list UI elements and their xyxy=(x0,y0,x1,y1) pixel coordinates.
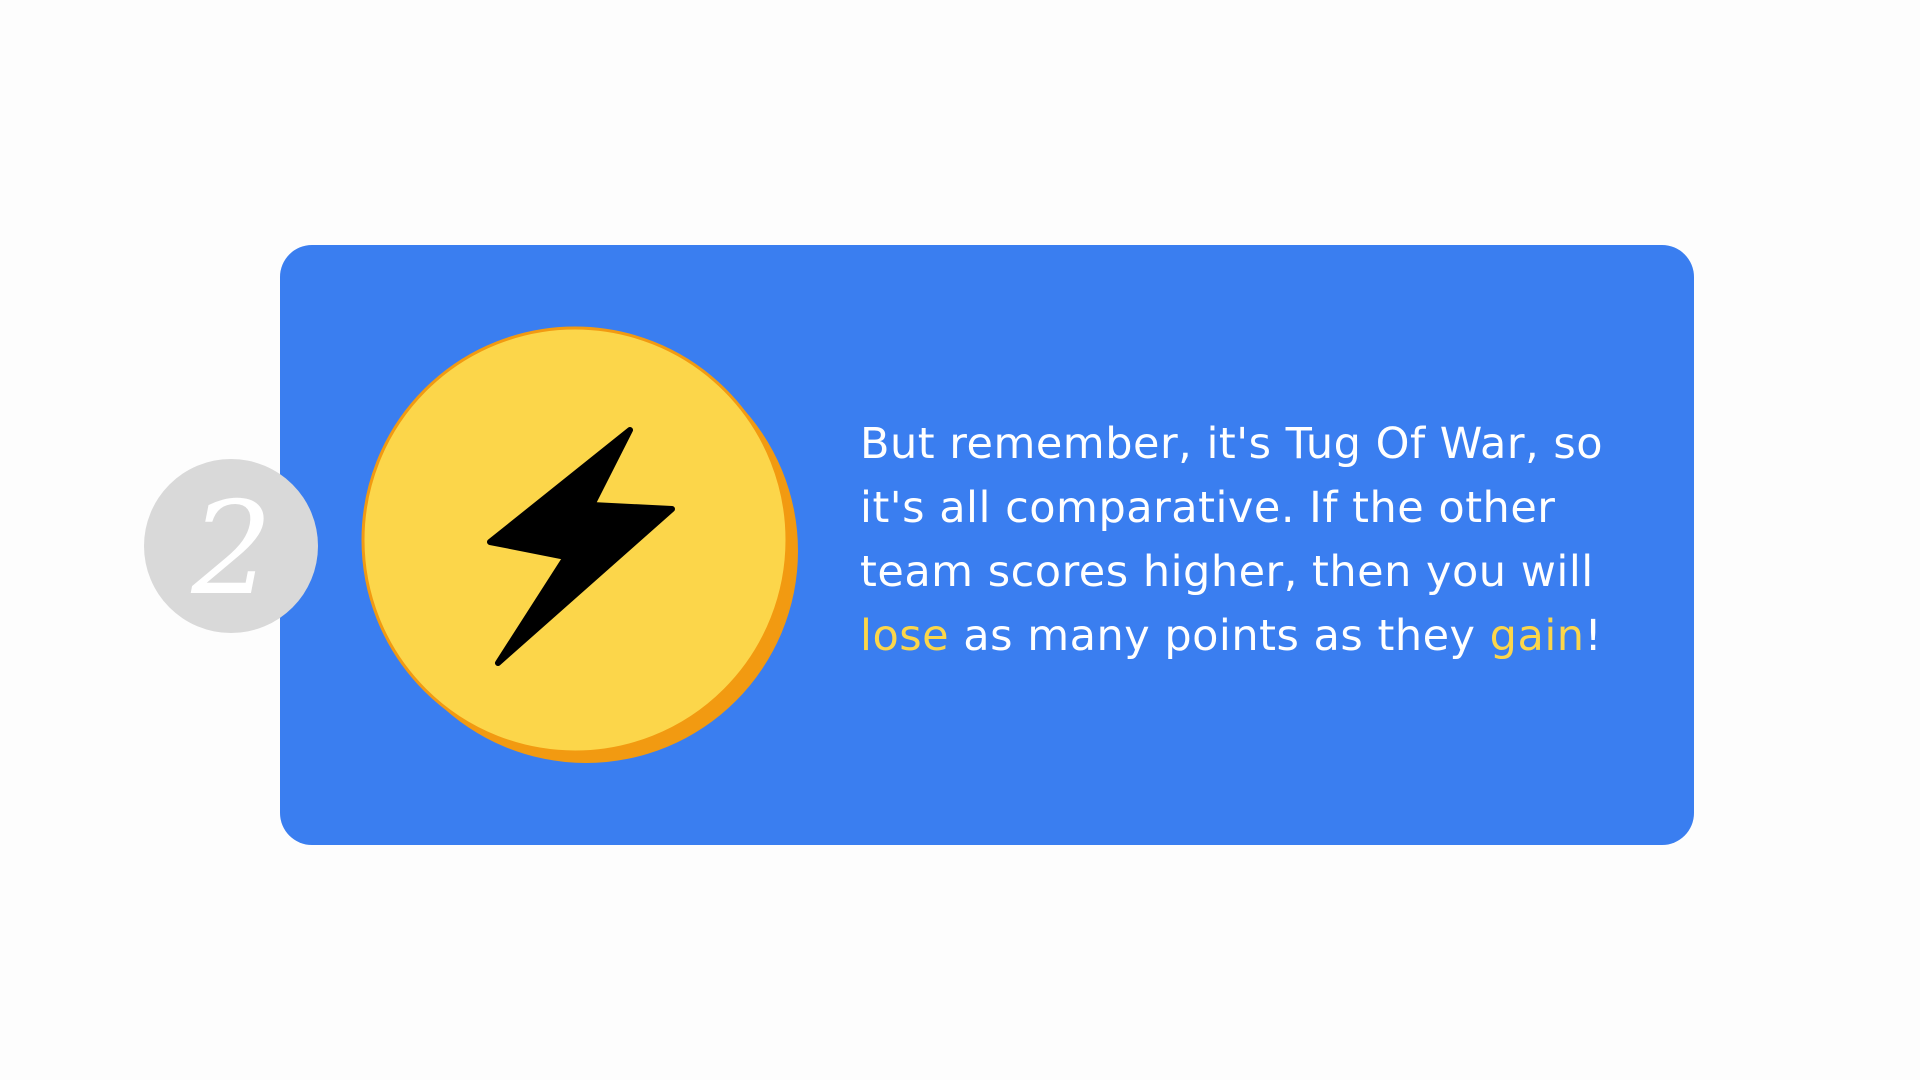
coin-badge xyxy=(360,325,800,765)
instruction-text: But remember, it's Tug Of War, so it's a… xyxy=(860,412,1620,668)
message-line-2: it's all comparative. If the other xyxy=(860,483,1556,533)
message-line-1: But remember, it's Tug Of War, so xyxy=(860,419,1604,469)
slide: 2 But remember, it's Tug Of War, so it's… xyxy=(0,0,1920,1080)
highlight-gain: gain xyxy=(1489,611,1585,661)
message-line-3: team scores higher, then you will xyxy=(860,547,1594,597)
highlight-lose: lose xyxy=(860,611,950,661)
message-line-4-mid: as many points as they xyxy=(949,611,1490,661)
message-line-4: lose as many points as they gain! xyxy=(860,604,1620,668)
step-number-badge: 2 xyxy=(144,459,318,633)
step-number: 2 xyxy=(190,475,272,624)
lightning-bolt-icon xyxy=(361,326,798,763)
message-line-4-end: ! xyxy=(1584,611,1603,661)
